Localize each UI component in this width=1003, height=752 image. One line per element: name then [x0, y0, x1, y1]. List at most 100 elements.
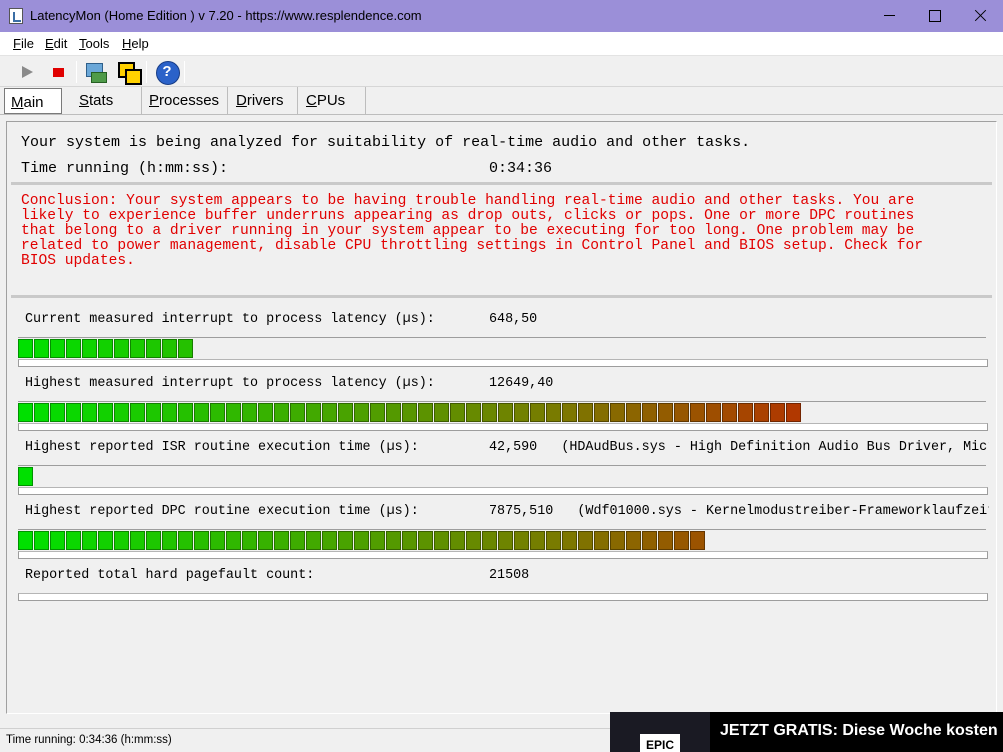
menu-tools[interactable]: Tools	[79, 36, 109, 51]
meter-segment	[50, 403, 65, 422]
meter-segment	[34, 403, 49, 422]
meter-segment	[338, 531, 353, 550]
meter-segment	[594, 531, 609, 550]
toolbar-separator	[184, 61, 185, 83]
meter-fill	[18, 403, 802, 422]
status-bar-text: Time running: 0:34:36 (h:mm:ss)	[6, 734, 172, 746]
meter-segment	[98, 531, 113, 550]
dpc-time-meter	[18, 529, 988, 559]
meter-segment	[306, 531, 321, 550]
minimize-button[interactable]	[866, 0, 912, 32]
meter-segment	[162, 403, 177, 422]
tab-cpus[interactable]: CPUs	[298, 87, 366, 114]
meter-segment	[546, 403, 561, 422]
current-latency-label: Current measured interrupt to process la…	[25, 312, 435, 327]
help-icon[interactable]: ?	[155, 60, 180, 85]
current-latency-meter	[18, 337, 988, 367]
menu-edit[interactable]: Edit	[45, 36, 67, 51]
meter-segment	[498, 531, 513, 550]
meter-segment	[578, 403, 593, 422]
highest-latency-value: 12649,40	[489, 376, 554, 391]
meter-segment	[162, 339, 177, 358]
meter-segment	[34, 339, 49, 358]
app-icon	[9, 8, 23, 24]
meter-fill	[18, 467, 34, 486]
meter-segment	[434, 403, 449, 422]
toolbar-separator	[76, 61, 77, 83]
meter-segment	[514, 403, 529, 422]
meter-segment	[658, 531, 673, 550]
meter-segment	[274, 531, 289, 550]
meter-segment	[658, 403, 673, 422]
tab-bar: Main Stats Processes Drivers CPUs	[0, 87, 1003, 115]
notification-banner[interactable]: EPIC JETZT GRATIS: Diese Woche kosten	[610, 712, 1003, 752]
tab-processes[interactable]: Processes	[142, 87, 228, 114]
pagefault-label: Reported total hard pagefault count:	[25, 568, 315, 583]
meter-segment	[82, 531, 97, 550]
tab-main[interactable]: Main	[4, 88, 62, 114]
menu-help[interactable]: Help	[122, 36, 149, 51]
dpc-time-label: Highest reported DPC routine execution t…	[25, 504, 419, 519]
meter-segment	[18, 467, 33, 486]
meter-segment	[178, 339, 193, 358]
meter-segment	[370, 403, 385, 422]
meter-segment	[450, 531, 465, 550]
meter-segment	[306, 403, 321, 422]
meter-segment	[258, 403, 273, 422]
meter-segment	[162, 531, 177, 550]
menu-file[interactable]: File	[13, 36, 34, 51]
meter-segment	[562, 531, 577, 550]
meter-segment	[194, 403, 209, 422]
meter-segment	[466, 403, 481, 422]
meter-segment	[418, 531, 433, 550]
help-glyph: ?	[162, 63, 172, 80]
meter-segment	[610, 531, 625, 550]
meter-segment	[322, 531, 337, 550]
toolbar: ?	[0, 57, 1003, 87]
meter-segment	[386, 531, 401, 550]
meter-segment	[418, 403, 433, 422]
meter-segment	[130, 339, 145, 358]
toolbar-separator	[146, 61, 147, 83]
drivers-icon[interactable]	[84, 60, 108, 84]
meter-segment	[530, 403, 545, 422]
meter-segment	[754, 403, 769, 422]
isr-time-label: Highest reported ISR routine execution t…	[25, 440, 419, 455]
meter-segment	[450, 403, 465, 422]
conclusion-text: Conclusion: Your system appears to be ha…	[21, 193, 924, 269]
meter-segment	[66, 403, 81, 422]
meter-segment	[642, 531, 657, 550]
close-button[interactable]	[957, 0, 1003, 32]
meter-segment	[194, 531, 209, 550]
highest-latency-meter	[18, 401, 988, 431]
meter-segment	[82, 403, 97, 422]
meter-segment	[690, 531, 705, 550]
meter-segment	[34, 531, 49, 550]
meter-segment	[354, 403, 369, 422]
meter-segment	[546, 531, 561, 550]
meter-segment	[626, 403, 641, 422]
notification-text: JETZT GRATIS: Diese Woche kosten	[720, 722, 998, 739]
meter-segment	[178, 403, 193, 422]
tab-stats[interactable]: Stats	[62, 87, 142, 114]
stop-icon[interactable]	[46, 60, 70, 84]
meter-segment	[610, 403, 625, 422]
meter-segment	[50, 339, 65, 358]
windows-icon[interactable]	[116, 60, 142, 85]
isr-time-value: 42,590 (HDAudBus.sys - High Definition A…	[489, 440, 989, 455]
tab-drivers[interactable]: Drivers	[228, 87, 298, 114]
meter-segment	[98, 403, 113, 422]
meter-segment	[498, 403, 513, 422]
meter-segment	[18, 339, 33, 358]
conclusion-panel: Conclusion: Your system appears to be ha…	[11, 188, 992, 298]
meter-segment	[178, 531, 193, 550]
meter-segment	[386, 403, 401, 422]
play-icon[interactable]	[16, 60, 40, 84]
meter-segment	[786, 403, 801, 422]
meter-segment	[130, 531, 145, 550]
meter-segment	[226, 531, 241, 550]
pagefault-divider	[18, 593, 988, 601]
epic-logo: EPIC	[640, 734, 680, 752]
maximize-button[interactable]	[911, 0, 957, 32]
meter-segment	[642, 403, 657, 422]
